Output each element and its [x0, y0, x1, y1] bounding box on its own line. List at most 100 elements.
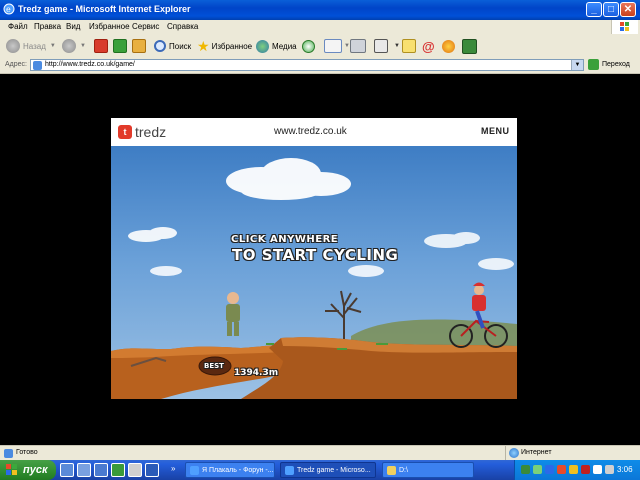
player-character: [226, 292, 240, 336]
messenger-button[interactable]: @: [422, 37, 435, 55]
back-button[interactable]: Назад ▼: [6, 37, 56, 55]
search-icon: [154, 40, 166, 52]
home-icon: [132, 39, 146, 53]
chevron-down-icon[interactable]: ▼: [571, 60, 583, 70]
best-value: 1394.3m: [234, 368, 279, 378]
star-icon: ★: [197, 37, 210, 54]
print-icon: [350, 39, 366, 53]
menu-bar: Файл Правка Вид Избранное Сервис Справка: [0, 20, 640, 35]
prompt-line1: CLICK ANYWHERE: [231, 234, 339, 245]
back-label: Назад: [23, 41, 46, 51]
system-tray: 3:06: [514, 460, 640, 480]
task-button-forum[interactable]: Я Плакаль - Форун -...: [185, 462, 275, 478]
quicklaunch-icon[interactable]: [145, 463, 159, 477]
chevron-right-icon[interactable]: »: [171, 464, 175, 473]
game-scene: [111, 158, 517, 399]
menu-file[interactable]: Файл: [8, 22, 28, 31]
svg-text:e: e: [6, 5, 11, 14]
mail-icon: [324, 39, 342, 53]
page-status-icon: [4, 449, 13, 458]
tray-icons: [521, 465, 614, 474]
tray-icon[interactable]: [521, 465, 530, 474]
addon2-button[interactable]: [462, 37, 477, 55]
start-label: пуск: [23, 464, 48, 476]
globe-icon: [509, 448, 519, 458]
chevron-down-icon[interactable]: ▼: [50, 43, 56, 49]
address-label: Адрес:: [5, 61, 27, 68]
chevron-down-icon[interactable]: ▼: [394, 43, 400, 49]
task-button-folder[interactable]: D:\: [382, 462, 474, 478]
start-button[interactable]: пуск: [0, 460, 56, 480]
cloud-big: [226, 158, 351, 200]
site-url: www.tredz.co.uk: [274, 126, 347, 137]
search-label: Поиск: [169, 41, 192, 51]
menu-help[interactable]: Справка: [167, 22, 198, 31]
go-label: Переход: [602, 61, 630, 68]
close-button[interactable]: ✕: [620, 2, 636, 17]
favorites-button[interactable]: ★ Избранное: [197, 37, 252, 55]
addon-button[interactable]: [442, 37, 455, 55]
tray-icon[interactable]: [533, 465, 542, 474]
stop-icon: [94, 39, 108, 53]
windows-flag-icon: [611, 20, 638, 34]
address-input[interactable]: http://www.tredz.co.uk/game/ ▼: [30, 59, 584, 71]
tray-icon[interactable]: [569, 465, 578, 474]
cloud-right: [424, 232, 514, 270]
addon-icon: [442, 39, 455, 53]
forward-button[interactable]: ▼: [62, 37, 86, 55]
go-button[interactable]: Переход: [588, 59, 630, 70]
task-button-tredz[interactable]: Tredz game - Microso...: [280, 462, 376, 478]
media-label: Медиа: [272, 41, 297, 51]
tray-icon[interactable]: [581, 465, 590, 474]
edit-button[interactable]: ▼: [374, 37, 400, 55]
home-button[interactable]: [132, 37, 146, 55]
taskbar: пуск » Я Плакаль - Форун -... Tredz game…: [0, 460, 640, 480]
prompt-line2: TO START CYCLING: [232, 246, 399, 264]
addon2-icon: [462, 38, 477, 54]
address-bar: Адрес: http://www.tredz.co.uk/game/ ▼ Пе…: [0, 58, 640, 74]
volume-icon[interactable]: [605, 465, 614, 474]
toolbar: Назад ▼ ▼ Поиск ★ Избранное Медиа ▼ ▼ @: [0, 34, 640, 59]
logo-text: tredz: [135, 124, 167, 140]
tray-icon[interactable]: [557, 465, 566, 474]
cloud-small: [150, 265, 384, 277]
minimize-button[interactable]: _: [586, 2, 602, 17]
ie-icon: [190, 465, 199, 475]
game-canvas[interactable]: t tredz www.tredz.co.uk MENU CLICK ANYWH…: [111, 118, 517, 399]
menu-view[interactable]: Вид: [66, 22, 80, 31]
clock[interactable]: 3:06: [617, 465, 633, 474]
chevron-down-icon[interactable]: ▼: [80, 43, 86, 49]
quicklaunch-icon[interactable]: [128, 463, 142, 477]
task-label: Tredz game - Microso...: [297, 466, 371, 474]
ie-icon: [285, 465, 294, 475]
quick-launch: [60, 463, 159, 477]
menu-edit[interactable]: Правка: [34, 22, 61, 31]
stop-button[interactable]: [94, 37, 108, 55]
refresh-icon: [113, 39, 127, 53]
maximize-button[interactable]: □: [603, 2, 619, 17]
refresh-button[interactable]: [113, 37, 127, 55]
quicklaunch-icon[interactable]: [94, 463, 108, 477]
tray-icon[interactable]: [545, 465, 554, 474]
status-text: Готово: [16, 449, 38, 456]
ie-icon: e: [3, 3, 15, 15]
forward-arrow-icon: [62, 39, 76, 53]
window-title: Tredz game - Microsoft Internet Explorer: [18, 4, 191, 14]
menu-favorites[interactable]: Избранное: [89, 22, 130, 31]
tray-icon[interactable]: [593, 465, 602, 474]
quicklaunch-icon[interactable]: [60, 463, 74, 477]
search-button[interactable]: Поиск: [154, 37, 191, 55]
menu-tools[interactable]: Сервис: [132, 22, 159, 31]
discuss-button[interactable]: [402, 37, 416, 55]
game-menu-button[interactable]: MENU: [481, 126, 510, 136]
game-header: t tredz www.tredz.co.uk MENU: [111, 118, 517, 146]
print-button[interactable]: [350, 37, 366, 55]
quicklaunch-icon[interactable]: [111, 463, 125, 477]
history-button[interactable]: [302, 37, 315, 55]
at-sign-icon: @: [422, 38, 435, 54]
quicklaunch-icon[interactable]: [77, 463, 91, 477]
address-url: http://www.tredz.co.uk/game/: [45, 61, 135, 68]
mail-button[interactable]: ▼: [324, 37, 350, 55]
media-button[interactable]: Медиа: [256, 37, 297, 55]
status-bar: Готово Интернет: [0, 445, 640, 461]
